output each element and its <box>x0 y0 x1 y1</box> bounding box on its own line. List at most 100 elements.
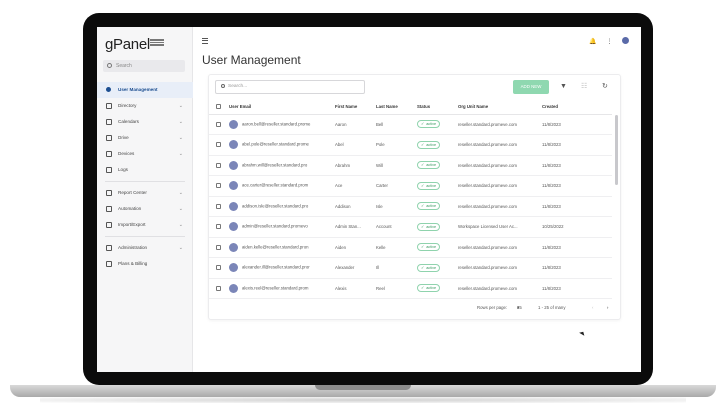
column-header[interactable]: Status <box>417 99 458 115</box>
sidebar-item-label: Calendars <box>118 119 139 124</box>
user-avatar <box>229 201 238 211</box>
table-cell: Reel <box>376 278 417 299</box>
column-header[interactable]: Last Name <box>376 99 417 115</box>
sidebar-item-calendars[interactable]: Calendars ⌄ <box>97 114 193 130</box>
table-cell: 11/8/2023 <box>542 114 612 135</box>
drive-icon <box>106 135 112 141</box>
table-cell: Abrahm <box>335 155 376 176</box>
more-vert-icon[interactable]: ⋮ <box>606 38 612 45</box>
sidebar-item-automation[interactable]: Automation ⌄ <box>97 201 193 217</box>
table-row[interactable]: alexander.ill@reseller.standard.pror Alex… <box>209 257 612 279</box>
row-select-cell <box>209 196 229 217</box>
refresh-icon[interactable]: ↻ <box>602 82 608 92</box>
table-cell: reseller.standard.promeve.com <box>458 114 542 135</box>
sidebar-item-plans-billing[interactable]: Plans & Billing <box>97 256 193 272</box>
column-header[interactable]: Org Unit Name <box>458 99 542 115</box>
filter-icon[interactable]: ▼ <box>560 82 567 92</box>
row-select-cell <box>209 134 229 156</box>
row-select-cell <box>209 237 229 258</box>
check-icon: ✓ <box>421 183 425 188</box>
status-badge: ✓ active <box>417 202 441 211</box>
sidebar-item-user-management[interactable]: User Management <box>97 82 193 98</box>
table-row[interactable]: abrahm.will@reseller.standard.pro Abrahm W… <box>209 155 612 176</box>
bell-icon[interactable]: 🔔 <box>589 38 596 45</box>
column-header[interactable]: User Email <box>229 99 335 115</box>
avatar[interactable] <box>622 37 629 44</box>
sidebar-item-directory[interactable]: Directory ⌄ <box>97 98 193 114</box>
next-page-icon[interactable]: › <box>607 301 608 315</box>
table-cell: 11/8/2023 <box>542 196 612 217</box>
row-checkbox[interactable] <box>216 183 221 189</box>
sidebar-item-logs[interactable]: Logs <box>97 162 193 178</box>
sidebar-item-report-center[interactable]: Report Center ⌄ <box>97 185 193 201</box>
check-icon: ✓ <box>421 204 425 209</box>
main-area: User Management 🔔 ⋮ Search... ADD NEW ▼ … <box>194 27 641 372</box>
select-all-checkbox[interactable] <box>216 103 221 109</box>
table-cell: Addison <box>335 196 376 217</box>
chevron-down-icon: ⌄ <box>178 135 183 141</box>
table-row[interactable]: addison.isle@reseller.standard.pro Addiso… <box>209 196 612 217</box>
table-row[interactable]: ace.carter@reseller.standard.prom Ace Cart… <box>209 175 612 197</box>
row-checkbox[interactable] <box>216 224 221 230</box>
sidebar-item-drive[interactable]: Drive ⌄ <box>97 130 193 146</box>
row-checkbox[interactable] <box>216 121 221 127</box>
table-cell: Kelle <box>376 237 417 258</box>
chevron-down-icon: ⌄ <box>178 222 183 228</box>
sidebar-item-label: Automation <box>118 206 142 211</box>
table-cell: 10/25/2022 <box>542 216 612 238</box>
user-email[interactable]: alexander.ill@reseller.standard.pror <box>242 265 310 270</box>
sidebar-item-devices[interactable]: Devices ⌄ <box>97 146 193 162</box>
row-checkbox[interactable] <box>216 142 221 148</box>
sidebar-search-input[interactable]: Search <box>103 60 185 72</box>
row-checkbox[interactable] <box>216 265 221 271</box>
table-cell: Will <box>376 155 417 176</box>
add-new-button[interactable]: ADD NEW <box>513 80 549 94</box>
sidebar-item-import-export[interactable]: Import/Export ⌄ <box>97 217 193 233</box>
status-badge: ✓ active <box>417 181 441 190</box>
user-email[interactable]: ace.carter@reseller.standard.prom <box>242 183 308 188</box>
column-header[interactable]: First Name <box>335 99 376 115</box>
user-email[interactable]: aaron.bell@reseller.standard.prome <box>242 121 310 126</box>
user-email[interactable]: alexis.reel@reseller.standard.prom <box>242 285 308 290</box>
user-email[interactable]: admin@reseller.standard.promevo <box>242 224 308 229</box>
row-checkbox[interactable] <box>216 285 221 291</box>
table-cell: Alexander <box>335 257 376 279</box>
table-row[interactable]: alexis.reel@reseller.standard.prom Alexis… <box>209 278 612 299</box>
row-checkbox[interactable] <box>216 244 221 250</box>
sidebar-item-label: Logs <box>118 167 128 172</box>
status-badge: ✓ active <box>417 222 441 231</box>
user-email[interactable]: addison.isle@reseller.standard.pro <box>242 203 308 208</box>
prev-page-icon[interactable]: ‹ <box>592 301 593 315</box>
admin-icon <box>106 245 112 251</box>
status-badge: ✓ active <box>417 263 441 272</box>
table-cell: abel.pole@reseller.standard.prome <box>229 134 335 156</box>
page-title: User Management <box>202 53 301 67</box>
column-header[interactable]: Created <box>542 99 612 115</box>
sidebar: gPanel Search User Management Directory ⌄ C… <box>97 27 193 372</box>
search-icon <box>221 83 225 88</box>
columns-icon[interactable]: ☷ <box>581 82 587 92</box>
user-email[interactable]: abel.pole@reseller.standard.prome <box>242 142 309 147</box>
table-row[interactable]: aaron.bell@reseller.standard.prome Aaron B… <box>209 114 612 135</box>
table-cell: reseller.standard.promeve.com <box>458 175 542 197</box>
hamburger-menu-icon[interactable] <box>202 38 208 45</box>
status-text: active <box>426 122 437 127</box>
table-scrollbar[interactable] <box>615 115 618 185</box>
table-cell: aiden.kelle@reseller.standard.pron <box>229 237 335 258</box>
check-icon: ✓ <box>421 286 425 291</box>
table-row[interactable]: abel.pole@reseller.standard.prome Abel Pol… <box>209 134 612 156</box>
table-cell: Account <box>376 216 417 238</box>
table-row[interactable]: aiden.kelle@reseller.standard.pron Aiden K… <box>209 237 612 258</box>
row-checkbox[interactable] <box>216 203 221 209</box>
table-cell: reseller.standard.promeve.com <box>458 237 542 258</box>
table-cell: ✓ active <box>417 155 458 176</box>
row-checkbox[interactable] <box>216 162 221 168</box>
user-email[interactable]: abrahm.will@reseller.standard.pro <box>242 162 307 167</box>
table-cell: abrahm.will@reseller.standard.pro <box>229 155 335 176</box>
table-cell: Aiden <box>335 237 376 258</box>
sidebar-item-administration[interactable]: Administration ⌄ <box>97 240 193 256</box>
rows-per-page-select[interactable]: 25 ▾ <box>517 301 522 315</box>
user-email[interactable]: aiden.kelle@reseller.standard.pron <box>242 244 308 249</box>
table-row[interactable]: admin@reseller.standard.promevo Admin Sta… <box>209 216 612 238</box>
table-search-input[interactable]: Search... <box>215 80 365 94</box>
